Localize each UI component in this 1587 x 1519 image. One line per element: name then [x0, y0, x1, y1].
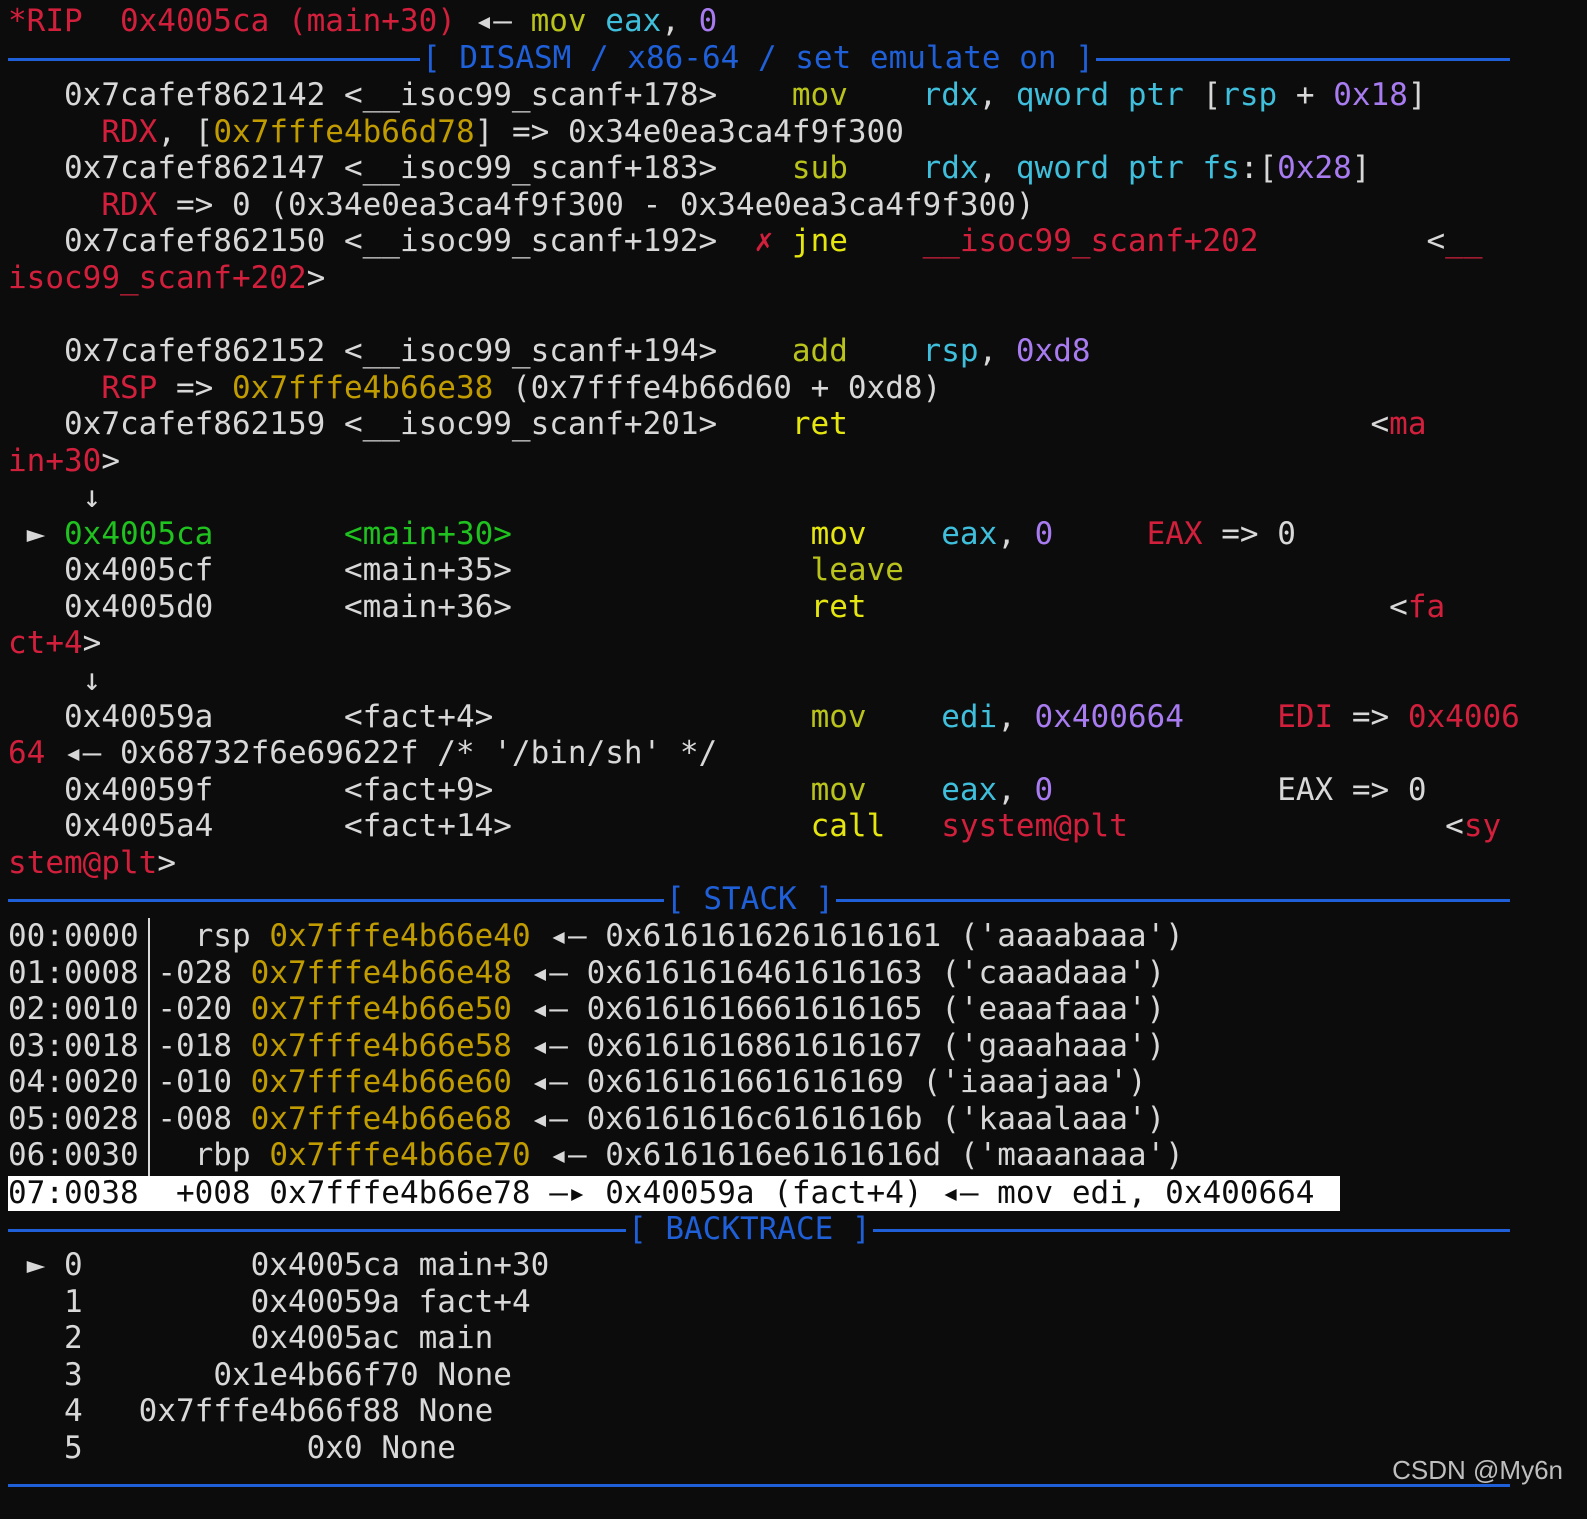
rip-immediate: 0 — [698, 3, 718, 39]
disasm-line: 0x7cafef862142 <__isoc99_scanf+178> mov … — [64, 77, 1427, 113]
rip-arrow: ◂— — [474, 3, 512, 39]
disasm-line: 0x40059f <fact+9> mov eax, 0 EAX => 0 — [64, 772, 1427, 808]
disasm-line: 0x7cafef862159 <__isoc99_scanf+201> ret … — [64, 406, 1427, 442]
stack-row[interactable]: 03:0018 -018 0x7fffe4b66e58 ◂— 0x6161616… — [8, 1028, 1165, 1065]
disasm-annotation: RSP => 0x7fffe4b66e38 (0x7fffe4b66d60 + … — [101, 370, 942, 406]
rip-register: eax — [605, 3, 662, 39]
disasm-wrap: ct+4> — [8, 625, 102, 661]
disasm-title: [ DISASM / x86-64 / set emulate on ] — [420, 40, 1096, 77]
branch-not-taken-icon: ✗ — [754, 223, 774, 259]
current-instruction: ► 0x4005ca <main+30> mov eax, 0 EAX => 0 — [26, 516, 1296, 552]
backtrace-frame[interactable]: 1 0x40059a fact+4 — [8, 1284, 531, 1321]
rip-line: *RIP 0x4005ca (main+30) ◂— mov eax, 0 — [8, 3, 718, 39]
disasm-wrap: 64 ◂— 0x68732f6e69622f /* '/bin/sh' */ — [8, 735, 718, 771]
flow-arrow: ↓ — [8, 662, 102, 699]
disasm-line: 0x7cafef862147 <__isoc99_scanf+183> sub … — [64, 150, 1371, 186]
down-arrow-icon: ↓ — [82, 479, 102, 515]
backtrace-title: [ BACKTRACE ] — [626, 1211, 873, 1248]
rip-address: 0x4005ca (main+30) — [119, 3, 456, 39]
stack-row[interactable]: 02:0010 -020 0x7fffe4b66e50 ◂— 0x6161616… — [8, 991, 1165, 1028]
bottom-separator — [8, 1484, 1510, 1487]
stack-row[interactable]: 01:0008 -028 0x7fffe4b66e48 ◂— 0x6161616… — [8, 955, 1165, 992]
disasm-line: 0x4005a4 <fact+14> call system@plt <sy — [64, 808, 1502, 844]
backtrace-frame[interactable]: 3 0x1e4b66f70 None — [8, 1357, 512, 1394]
disasm-line: 0x40059a <fact+4> mov edi, 0x400664 EDI … — [64, 699, 1520, 735]
disasm-wrap: stem@plt> — [8, 845, 176, 881]
stack-row-selected[interactable]: 07:0038 +008 0x7fffe4b66e78 —▸ 0x40059a … — [8, 1176, 1340, 1211]
rip-label: *RIP — [8, 3, 83, 39]
disasm-wrap: in+30> — [8, 443, 120, 479]
disasm-line: 0x4005cf <main+35> leave — [64, 552, 904, 588]
backtrace-frame[interactable]: 2 0x4005ac main — [8, 1320, 493, 1357]
flow-arrow: ↓ — [8, 479, 102, 516]
disasm-line: 0x7cafef862152 <__isoc99_scanf+194> add … — [64, 333, 1091, 369]
stack-row[interactable]: 04:0020 -010 0x7fffe4b66e60 ◂— 0x6161616… — [8, 1064, 1147, 1101]
watermark: CSDN @My6n — [1392, 1455, 1563, 1485]
disasm-line: 0x7cafef862150 <__isoc99_scanf+192> ✗ jn… — [64, 223, 1483, 259]
stack-row[interactable]: 05:0028 -008 0x7fffe4b66e68 ◂— 0x6161616… — [8, 1101, 1165, 1138]
backtrace-frame[interactable]: 5 0x0 None — [8, 1430, 456, 1467]
stack-row[interactable]: 00:0000 rsp 0x7fffe4b66e40 ◂— 0x61616162… — [8, 918, 1184, 955]
backtrace-frame[interactable]: 4 0x7fffe4b66f88 None — [8, 1393, 493, 1430]
current-frame-icon: ► — [26, 1247, 46, 1283]
backtrace-frame[interactable]: ► 0 0x4005ca main+30 — [8, 1247, 550, 1284]
disasm-wrap: isoc99_scanf+202> — [8, 260, 326, 296]
rip-mnemonic: mov — [530, 3, 587, 39]
backtrace-header: [ BACKTRACE ] — [8, 1211, 1510, 1248]
terminal-window: *RIP 0x4005ca (main+30) ◂— mov eax, 0 [ … — [0, 0, 1587, 1519]
disasm-header: [ DISASM / x86-64 / set emulate on ] — [8, 40, 1510, 77]
current-pointer-icon: ► — [26, 516, 46, 552]
disasm-line: 0x4005d0 <main+36> ret <fa — [64, 589, 1446, 625]
stack-header: [ STACK ] — [8, 881, 1510, 918]
disasm-annotation: RDX => 0 (0x34e0ea3ca4f9f300 - 0x34e0ea3… — [101, 187, 1035, 223]
disasm-annotation: RDX, [0x7fffe4b66d78] => 0x34e0ea3ca4f9f… — [101, 114, 904, 150]
stack-row[interactable]: 06:0030 rbp 0x7fffe4b66e70 ◂— 0x6161616e… — [8, 1137, 1184, 1174]
down-arrow-icon: ↓ — [82, 662, 102, 698]
stack-title: [ STACK ] — [664, 881, 836, 918]
